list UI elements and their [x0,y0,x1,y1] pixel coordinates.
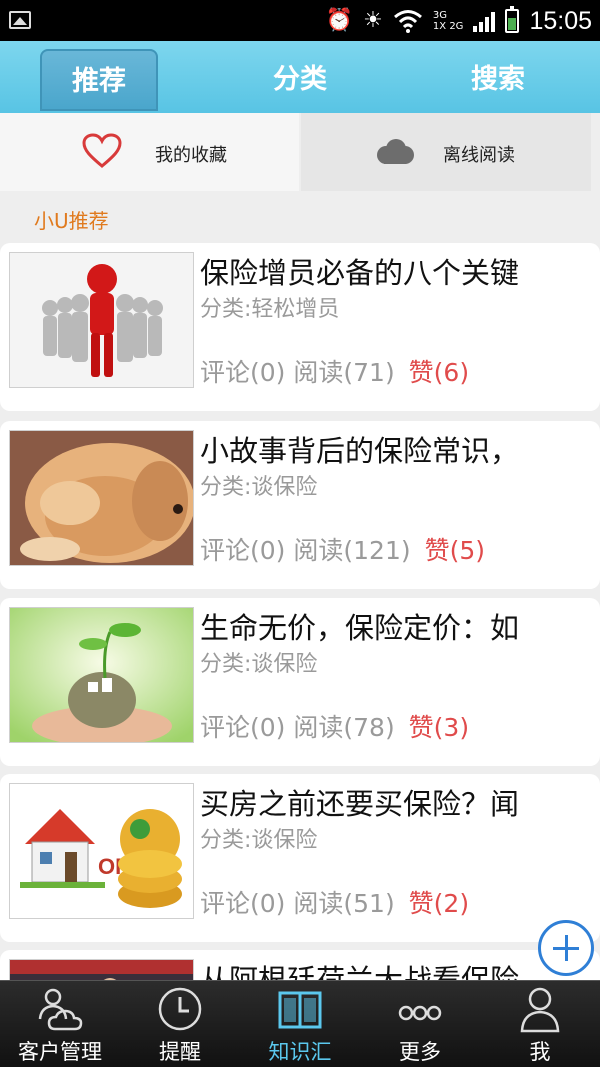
bottom-nav: 客户管理 提醒 知识汇 更多 我 [0,980,600,1067]
status-icons: ⏰ ☀ 3G 1X 2G 15:05 [326,4,592,38]
like-count[interactable]: 赞(6) [409,358,469,387]
clock-icon [158,987,202,1031]
article-card[interactable]: OR 买房之前还要买保险？闻 分类:谈保险 评论(0) 阅读(51) 赞(2) [0,774,600,942]
top-tab-bar: 推荐 分类 搜索 [0,41,600,113]
nav-knowledge[interactable]: 知识汇 [240,981,360,1067]
nav-label: 我 [529,1040,551,1064]
network-type: 3G 1X 2G [433,10,464,32]
article-card[interactable]: 保险增员必备的八个关键 分类:轻松增员 评论(0) 阅读(71) 赞(6) [0,243,600,411]
offline-reading-button[interactable]: 离线阅读 [301,113,591,191]
tab-category[interactable]: 分类 [200,49,400,111]
alarm-icon: ⏰ [325,8,354,33]
favorites-label: 我的收藏 [155,145,227,166]
favorites-button[interactable]: 我的收藏 [0,113,299,191]
read-count: 阅读(78) [293,713,395,742]
more-icon [398,1005,442,1021]
offline-reading-label: 离线阅读 [443,145,515,166]
article-thumbnail: OR [9,783,194,919]
nav-label: 更多 [399,1040,441,1064]
like-count[interactable]: 赞(3) [409,713,469,742]
nav-customer-management[interactable]: 客户管理 [0,981,120,1067]
article-stats: 评论(0) 阅读(78) 赞(3) [200,708,469,744]
article-title: 小故事背后的保险常识， [200,434,520,468]
wifi-icon [393,10,422,33]
like-count[interactable]: 赞(2) [409,889,469,918]
article-thumbnail [9,252,194,388]
comment-count: 评论(0) [200,713,286,742]
comment-count: 评论(0) [200,536,286,565]
article-card[interactable]: 生命无价，保险定价：如 分类:谈保险 评论(0) 阅读(78) 赞(3) [0,598,600,766]
nav-label: 客户管理 [18,1040,102,1064]
article-thumbnail [9,430,194,566]
cloud-icon [377,139,414,164]
heart-icon [82,133,122,168]
article-card[interactable]: 小故事背后的保险常识， 分类:谈保险 评论(0) 阅读(121) 赞(5) [0,421,600,589]
read-count: 阅读(121) [293,536,411,565]
article-stats: 评论(0) 阅读(51) 赞(2) [200,884,469,920]
gallery-notification-icon [9,11,31,29]
tab-search[interactable]: 搜索 [398,49,598,111]
weather-icon: ☀ [363,8,383,33]
nav-me[interactable]: 我 [480,981,600,1067]
tab-recommend[interactable]: 推荐 [40,49,158,111]
add-button[interactable] [538,920,594,976]
read-count: 阅读(51) [293,889,395,918]
article-title: 生命无价，保险定价：如 [200,611,520,645]
nav-reminder[interactable]: 提醒 [120,981,240,1067]
section-title: 小U推荐 [34,209,109,233]
comment-count: 评论(0) [200,889,286,918]
nav-label: 提醒 [159,1040,201,1064]
customer-management-icon [38,988,83,1031]
status-bar: ⏰ ☀ 3G 1X 2G 15:05 [0,0,600,41]
user-icon [520,987,560,1033]
article-stats: 评论(0) 阅读(121) 赞(5) [200,531,485,567]
comment-count: 评论(0) [200,358,286,387]
article-category: 分类:谈保险 [200,828,318,853]
article-stats: 评论(0) 阅读(71) 赞(6) [200,353,469,389]
article-title: 买房之前还要买保险？闻 [200,787,520,821]
article-title: 保险增员必备的八个关键 [200,256,520,290]
article-category: 分类:谈保险 [200,652,318,677]
clock-time: 15:05 [529,6,592,35]
battery-icon [505,6,520,33]
network-1x-label: 1X [432,21,447,32]
article-category: 分类:轻松增员 [200,297,340,322]
article-category: 分类:谈保险 [200,475,318,500]
book-icon [278,991,322,1029]
network-3g-label: 3G [432,10,448,21]
nav-label: 知识汇 [268,1040,332,1064]
like-count[interactable]: 赞(5) [425,536,485,565]
signal-icon [473,10,496,32]
article-thumbnail [9,607,194,743]
network-2g-label: 2G [449,21,464,32]
nav-more[interactable]: 更多 [360,981,480,1067]
read-count: 阅读(71) [293,358,395,387]
